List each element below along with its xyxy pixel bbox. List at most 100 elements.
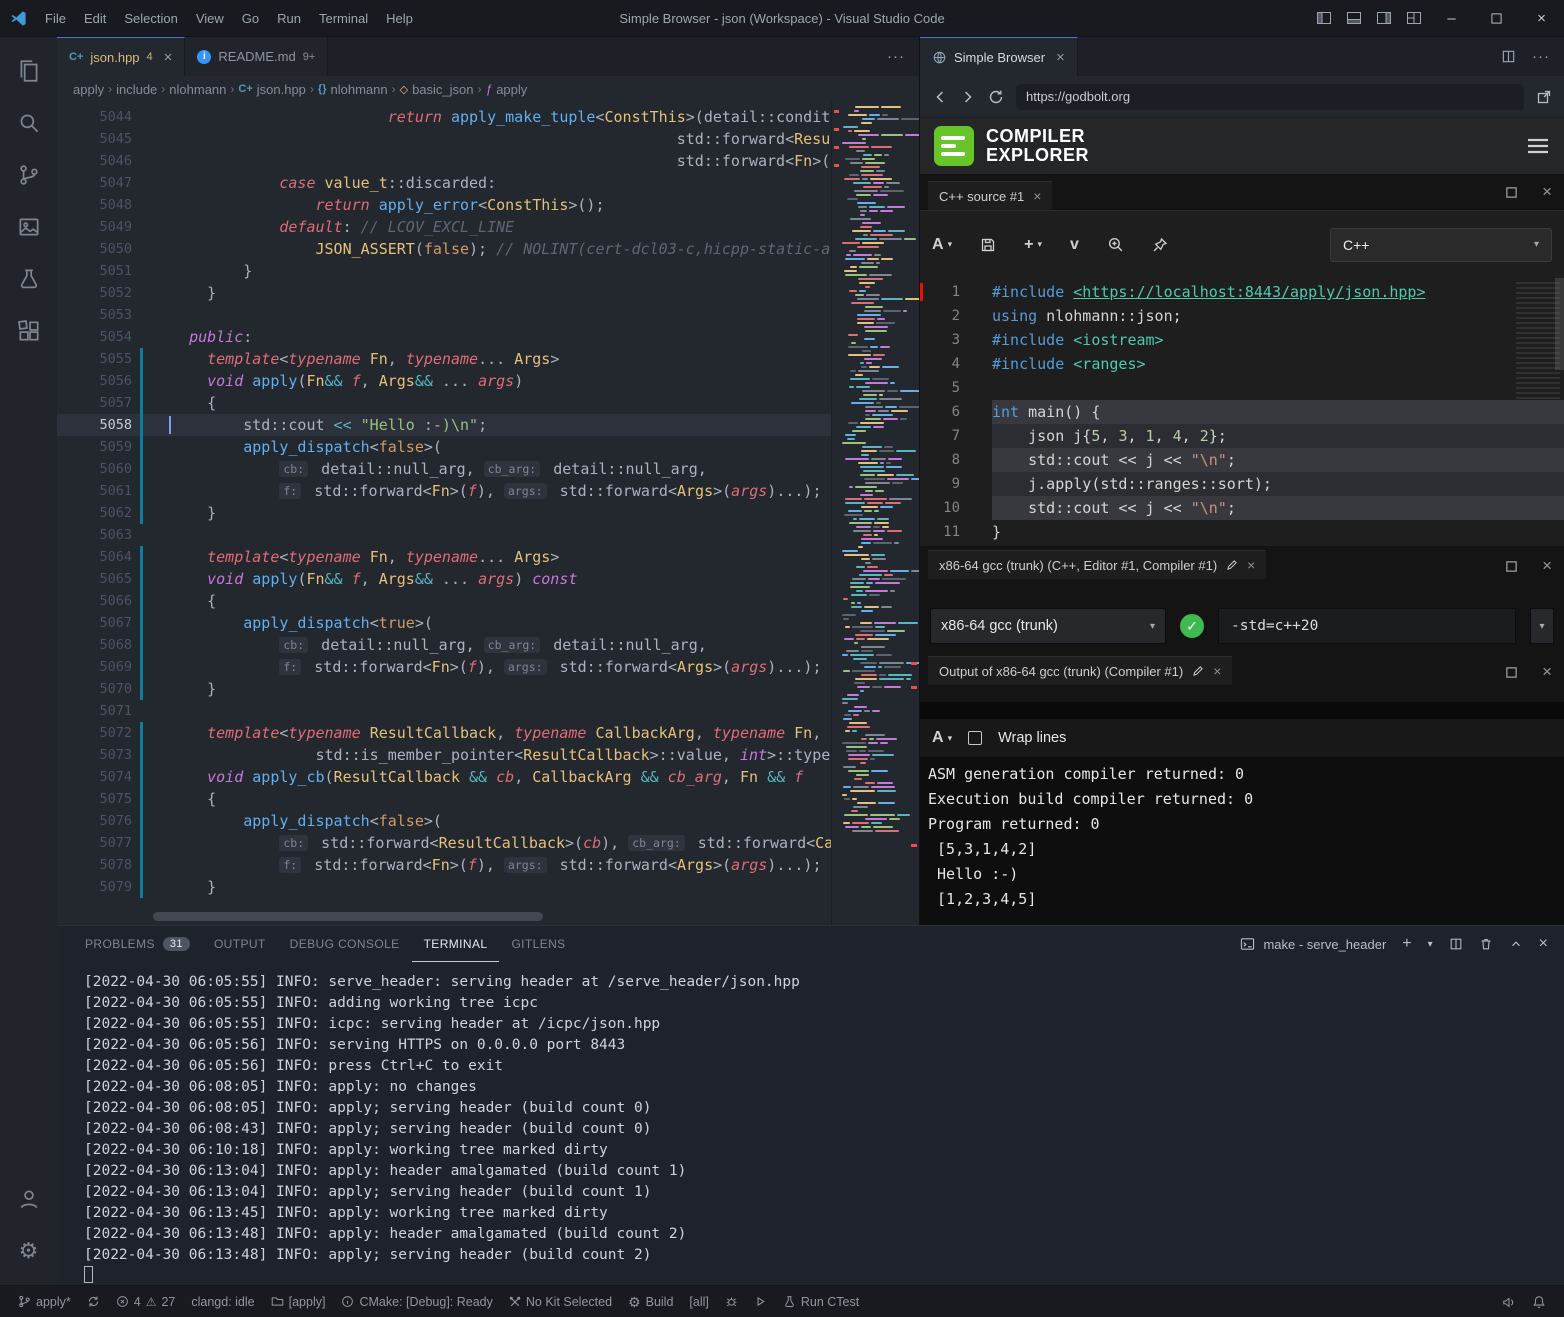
- code-line[interactable]: 5061 f: std::forward<Fn>(f), args: std::…: [57, 480, 831, 502]
- toggle-panel-icon[interactable]: [1339, 0, 1369, 36]
- args-dropdown-icon[interactable]: ▾: [1530, 608, 1554, 644]
- ce-code-line[interactable]: 8 std::cout << j << "\n";: [920, 448, 1564, 472]
- terminal-prompt[interactable]: [84, 1266, 1564, 1285]
- ctest-button[interactable]: Run CTest: [775, 1286, 867, 1317]
- clangd-status[interactable]: clangd: idle: [183, 1286, 262, 1317]
- close-icon[interactable]: ×: [1247, 557, 1255, 573]
- toggle-secondary-sidebar-icon[interactable]: [1369, 0, 1399, 36]
- code-line[interactable]: 5076 apply_dispatch<false>(: [57, 810, 831, 832]
- url-input[interactable]: https://godbolt.org: [1016, 84, 1524, 110]
- cmake-status[interactable]: CMake: [Debug]: Ready: [333, 1286, 500, 1317]
- feedback-status[interactable]: [1494, 1295, 1524, 1309]
- panel-tab-debug-console[interactable]: DEBUG CONSOLE: [278, 926, 412, 962]
- settings-gear-icon[interactable]: ⚙: [5, 1225, 53, 1277]
- panel-tab-output[interactable]: OUTPUT: [202, 926, 278, 962]
- forward-icon[interactable]: [960, 89, 976, 105]
- menu-file[interactable]: File: [36, 7, 75, 30]
- notifications-status[interactable]: [1524, 1295, 1554, 1309]
- font-size-button[interactable]: A▾: [932, 236, 952, 254]
- customize-layout-icon[interactable]: [1399, 0, 1429, 36]
- split-terminal-icon[interactable]: [1449, 937, 1463, 951]
- horizontal-scrollbar[interactable]: [153, 912, 543, 921]
- menu-help[interactable]: Help: [377, 7, 422, 30]
- terminal-dropdown-icon[interactable]: ▾: [1428, 939, 1433, 950]
- maximize-pane-icon[interactable]: [1505, 186, 1518, 199]
- kit-status[interactable]: No Kit Selected: [501, 1286, 620, 1317]
- rename-pencil-icon[interactable]: [1226, 559, 1238, 571]
- panel-tab-gitlens[interactable]: GITLENS: [499, 926, 577, 962]
- close-icon[interactable]: ×: [1213, 663, 1221, 679]
- breadcrumb[interactable]: apply›include›nlohmann›C+json.hpp›{}nloh…: [57, 76, 919, 102]
- breadcrumb-item[interactable]: apply: [73, 82, 104, 97]
- ce-code-line[interactable]: 11}: [920, 520, 1564, 544]
- close-pane-icon[interactable]: ×: [1542, 662, 1552, 682]
- compiler-explorer-logo-icon[interactable]: [934, 126, 974, 166]
- search-icon[interactable]: [5, 97, 53, 149]
- testing-icon[interactable]: [5, 253, 53, 305]
- sync-status[interactable]: [79, 1286, 108, 1317]
- close-panel-icon[interactable]: ×: [1539, 935, 1548, 953]
- code-line[interactable]: 5066 {: [57, 590, 831, 612]
- menu-go[interactable]: Go: [233, 7, 268, 30]
- panel-tab-terminal[interactable]: TERMINAL: [412, 926, 500, 962]
- code-line[interactable]: 5056 void apply(Fn&& f, Args&& ... args): [57, 370, 831, 392]
- media-preview-icon[interactable]: [5, 201, 53, 253]
- code-line[interactable]: 5054 public:: [57, 326, 831, 348]
- code-line[interactable]: 5044 return apply_make_tuple<ConstThis>(…: [57, 106, 831, 128]
- menu-run[interactable]: Run: [268, 7, 310, 30]
- close-pane-icon[interactable]: ×: [1542, 182, 1552, 202]
- ce-code-line[interactable]: 3#include <iostream>: [920, 328, 1564, 352]
- code-line[interactable]: 5060 cb: detail::null_arg, cb_arg: detai…: [57, 458, 831, 480]
- hamburger-menu-icon[interactable]: [1526, 136, 1550, 156]
- new-terminal-icon[interactable]: +: [1402, 935, 1411, 953]
- ce-code-line[interactable]: 2using nlohmann::json;: [920, 304, 1564, 328]
- maximize-pane-icon[interactable]: [1505, 560, 1518, 573]
- close-window-button[interactable]: ×: [1519, 0, 1564, 36]
- code-editor[interactable]: 5044 return apply_make_tuple<ConstThis>(…: [57, 102, 919, 925]
- menu-view[interactable]: View: [187, 7, 233, 30]
- minimap[interactable]: [831, 102, 919, 925]
- git-branch-status[interactable]: apply*: [10, 1286, 79, 1317]
- problems-status[interactable]: 4 ⚠ 27: [108, 1286, 184, 1317]
- close-icon[interactable]: ×: [1033, 188, 1041, 204]
- close-icon[interactable]: ×: [1056, 49, 1065, 66]
- breadcrumb-item[interactable]: nlohmann: [169, 82, 226, 97]
- breadcrumb-item[interactable]: ◇basic_json: [400, 82, 474, 97]
- code-line[interactable]: 5077 cb: std::forward<ResultCallback>(cb…: [57, 832, 831, 854]
- ce-code-line[interactable]: 5: [920, 376, 1564, 400]
- vim-toggle-button[interactable]: v: [1070, 236, 1079, 254]
- code-line[interactable]: 5050 JSON_ASSERT(false); // NOLINT(cert-…: [57, 238, 831, 260]
- ce-code-line[interactable]: 9 j.apply(std::ranges::sort);: [920, 472, 1564, 496]
- code-line[interactable]: 5051 }: [57, 260, 831, 282]
- menu-edit[interactable]: Edit: [75, 7, 115, 30]
- more-actions-icon[interactable]: ···: [1532, 48, 1550, 65]
- compiler-pane-tab[interactable]: x86-64 gcc (trunk) (C++, Editor #1, Comp…: [928, 550, 1266, 579]
- source-control-icon[interactable]: [5, 149, 53, 201]
- ce-code-line[interactable]: 6int main() {: [920, 400, 1564, 424]
- ce-code-line[interactable]: 7 json j{5, 3, 1, 4, 2};: [920, 424, 1564, 448]
- code-line[interactable]: 5062 }: [57, 502, 831, 524]
- wrap-lines-checkbox[interactable]: [968, 731, 982, 745]
- code-line[interactable]: 5045 std::forward<ResultCallback>(cb),: [57, 128, 831, 150]
- code-line[interactable]: 5074 void apply_cb(ResultCallback && cb,…: [57, 766, 831, 788]
- code-line[interactable]: 5068 cb: detail::null_arg, cb_arg: detai…: [57, 634, 831, 656]
- launch-button[interactable]: [746, 1286, 775, 1317]
- close-icon[interactable]: ×: [164, 49, 173, 66]
- code-line[interactable]: 5057 {: [57, 392, 831, 414]
- code-line[interactable]: 5070 }: [57, 678, 831, 700]
- terminal-output[interactable]: [2022-04-30 06:05:55] INFO: serve_header…: [57, 962, 1564, 1285]
- close-pane-icon[interactable]: ×: [1542, 556, 1552, 576]
- source-pane-tab[interactable]: C++ source #1 ×: [928, 181, 1052, 210]
- open-external-icon[interactable]: [1536, 89, 1552, 105]
- code-line[interactable]: 5055 template<typename Fn, typename... A…: [57, 348, 831, 370]
- code-line[interactable]: 5058 std::cout << "Hello :-)\n";: [57, 414, 831, 436]
- font-size-button[interactable]: A▾: [932, 729, 952, 747]
- code-line[interactable]: 5049 default: // LCOV_EXCL_LINE: [57, 216, 831, 238]
- ce-output-console[interactable]: ASM generation compiler returned: 0Execu…: [920, 757, 1564, 925]
- ce-code-line[interactable]: 4#include <ranges>: [920, 352, 1564, 376]
- output-pane-tab[interactable]: Output of x86-64 gcc (trunk) (Compiler #…: [928, 656, 1232, 685]
- kill-terminal-icon[interactable]: [1479, 937, 1493, 951]
- back-icon[interactable]: [932, 89, 948, 105]
- code-line[interactable]: 5053: [57, 304, 831, 326]
- rename-pencil-icon[interactable]: [1192, 665, 1204, 677]
